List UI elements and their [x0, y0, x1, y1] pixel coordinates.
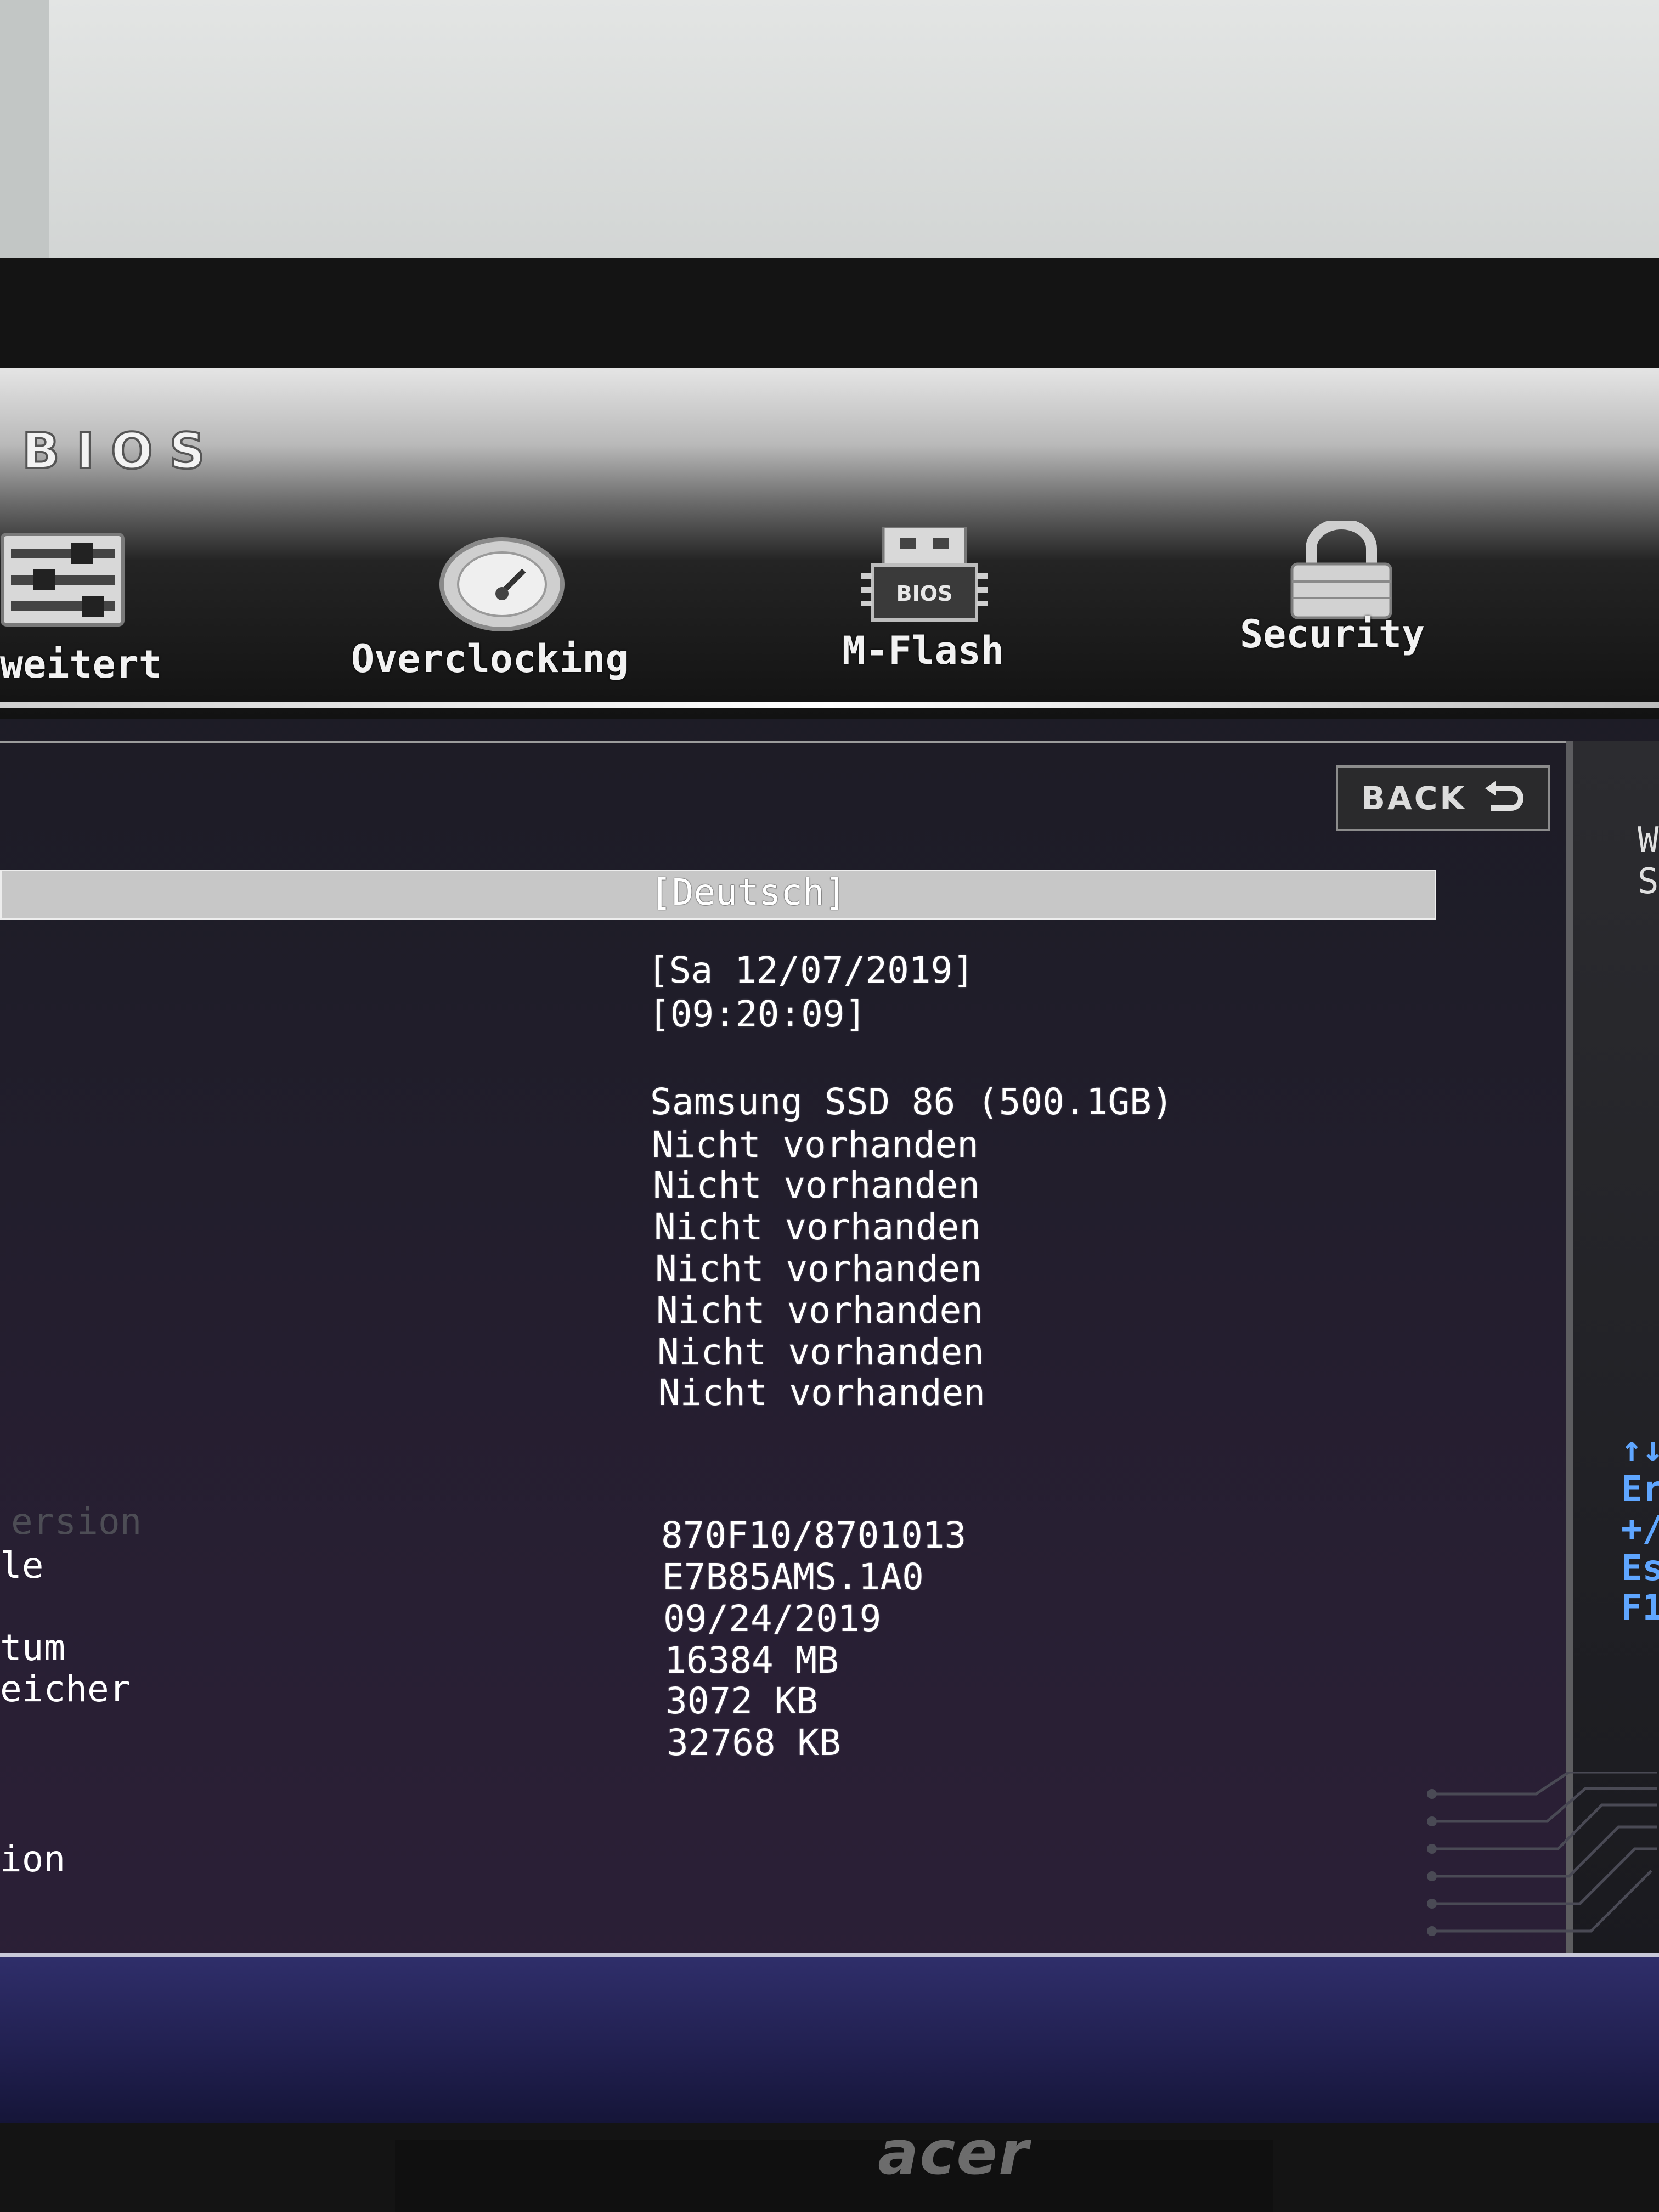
bios-header: BIOS weitert Overclocking BIOS M-Flash S… [0, 368, 1659, 719]
bios-chip-icon: BIOS [861, 527, 988, 622]
nav-item-security[interactable]: Security [1234, 521, 1465, 686]
bios-screen: BIOS weitert Overclocking BIOS M-Flash S… [0, 368, 1659, 2123]
drive-row: Nicht vorhanden [655, 1248, 983, 1290]
bios-chip-label: BIOS [896, 582, 953, 606]
date-value[interactable]: [Sa 12/07/2019] [647, 949, 974, 991]
monitor-stand [395, 2140, 1273, 2212]
nav-item-erweitert[interactable]: weitert [0, 532, 187, 697]
nav-label-security: Security [1240, 612, 1425, 657]
help-key-enter: Er [1621, 1469, 1659, 1510]
panel-divider [0, 741, 1569, 743]
help-key-f1: F1 [1621, 1588, 1659, 1628]
back-button-label: BACK [1361, 780, 1467, 817]
label-row: tum [0, 1627, 66, 1669]
memory-size-value: 16384 MB [664, 1639, 839, 1681]
back-button[interactable]: BACK [1336, 765, 1550, 831]
help-key-navigate: ↑↓ [1621, 1429, 1659, 1470]
nav-label-erweitert: weitert [0, 642, 162, 687]
speedometer-icon [439, 537, 565, 631]
header-divider [0, 702, 1659, 708]
bios-version-value: 870F10/8701013 [661, 1514, 967, 1556]
nav-item-overclocking[interactable]: Overclocking [346, 532, 653, 697]
nav-item-m-flash[interactable]: BIOS M-Flash [834, 527, 1064, 691]
bios-logo: BIOS [21, 421, 222, 481]
nav-label-overclocking: Overclocking [351, 636, 629, 681]
label-version: ersion [11, 1500, 142, 1543]
bottom-status-band [0, 1957, 1659, 2123]
monitor-brand-logo: acer [878, 2118, 1030, 2188]
drive-row: Nicht vorhanden [654, 1206, 981, 1248]
label-row: eicher [0, 1668, 131, 1710]
extra-memory-value: 32768 KB [667, 1722, 841, 1764]
bios-date-value: 09/24/2019 [663, 1598, 882, 1640]
help-text-line: S [1638, 861, 1659, 902]
wall-background [0, 0, 1659, 263]
nav-label-m-flash: M-Flash [842, 628, 1005, 673]
bottom-divider [0, 1953, 1659, 1957]
help-text-line: W [1638, 820, 1659, 861]
time-value[interactable]: [09:20:09] [648, 993, 866, 1035]
cache-size-value: 3072 KB [665, 1680, 819, 1722]
drive-row: Nicht vorhanden [656, 1289, 984, 1331]
drive-row: Nicht vorhanden [658, 1372, 986, 1414]
bios-build-value: E7B85AMS.1A0 [662, 1556, 924, 1598]
label-row: le [0, 1544, 44, 1587]
language-value[interactable]: [Deutsch] [650, 871, 847, 913]
drive-row: Nicht vorhanden [652, 1124, 979, 1166]
drive-row: Nicht vorhanden [657, 1331, 985, 1373]
settings-sliders-icon [1, 533, 125, 627]
help-key-escape: Es [1621, 1548, 1659, 1589]
padlock-icon [1290, 521, 1392, 619]
help-key-plus-minus: +/ [1621, 1509, 1659, 1549]
drive-row: Samsung SSD 86 (500.1GB) [650, 1081, 1173, 1123]
drive-row: Nicht vorhanden [653, 1164, 980, 1206]
wall-edge [0, 0, 49, 263]
return-arrow-icon [1485, 781, 1524, 811]
label-row: ion [0, 1838, 66, 1880]
